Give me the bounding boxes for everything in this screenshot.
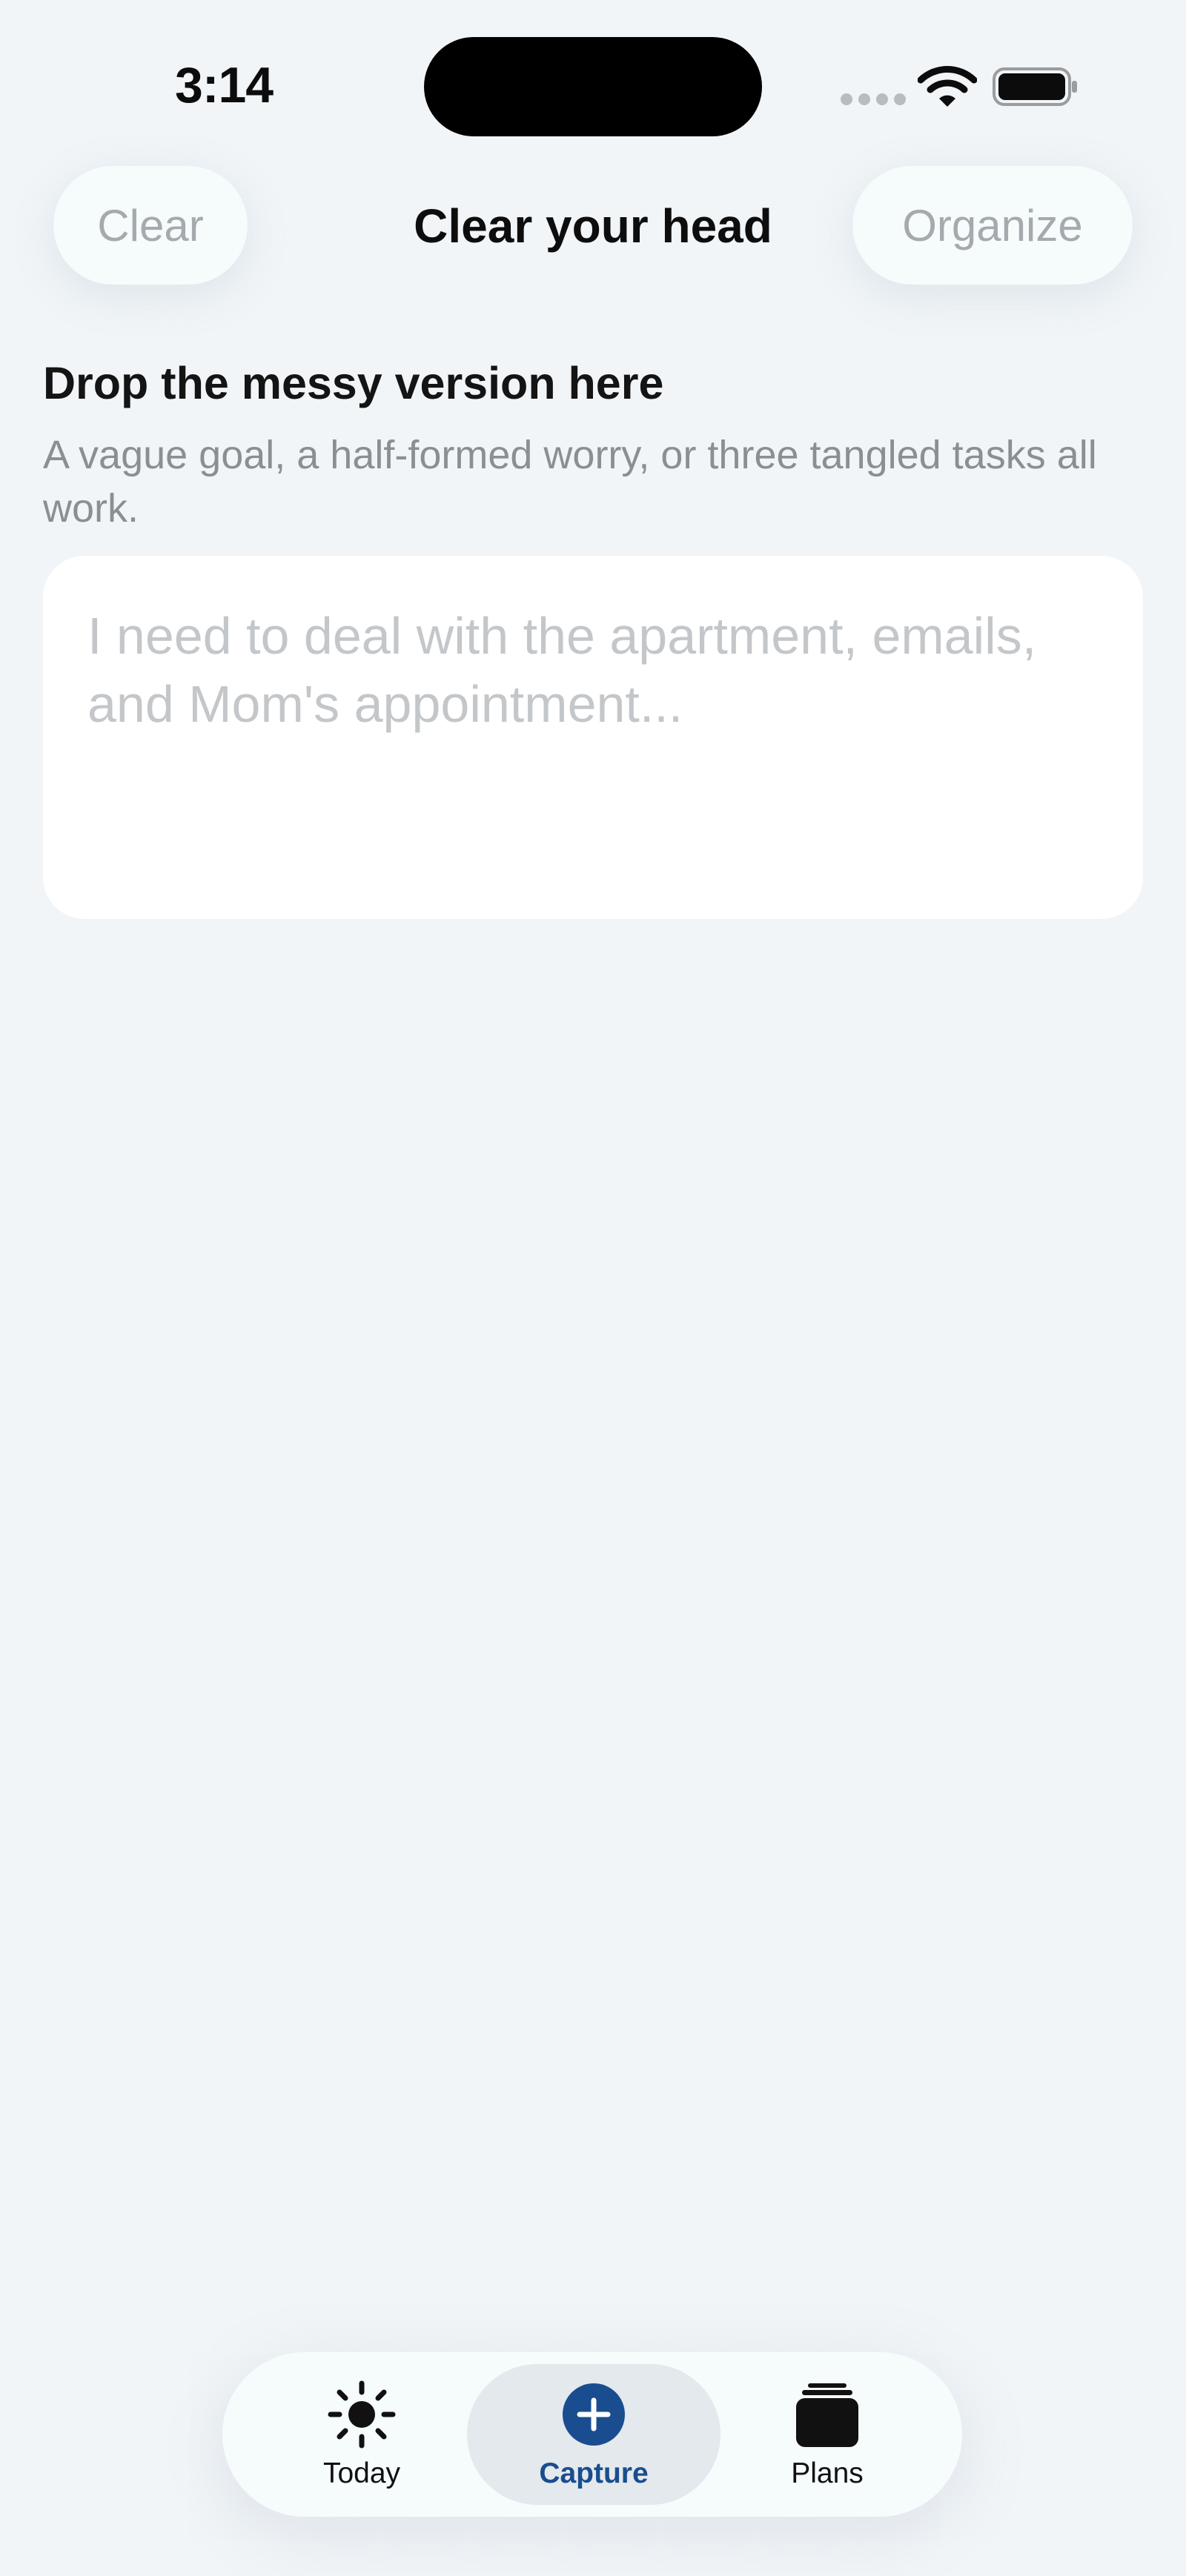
- stack-icon: [796, 2383, 858, 2447]
- tab-plans-label: Plans: [791, 2457, 864, 2489]
- tab-today-label: Today: [322, 2457, 401, 2489]
- tab-capture[interactable]: Capture: [467, 2364, 720, 2505]
- organize-button[interactable]: Organize: [852, 166, 1133, 285]
- status-bar: 3:14: [0, 0, 1186, 148]
- section-subtitle: A vague goal, a half-formed worry, or th…: [43, 433, 1097, 531]
- tab-capture-label: Capture: [539, 2457, 649, 2489]
- tab-bar: Today Capture Plans: [222, 2352, 962, 2517]
- tab-today[interactable]: Today: [258, 2364, 466, 2505]
- capture-card: [43, 556, 1143, 919]
- plus-circle-icon: [563, 2383, 625, 2446]
- signal-icon: [841, 93, 906, 105]
- sun-icon: [328, 2380, 396, 2449]
- page-title: Clear your head: [414, 199, 772, 253]
- battery-icon: [993, 67, 1077, 106]
- clear-button[interactable]: Clear: [53, 166, 248, 285]
- tab-plans[interactable]: Plans: [723, 2364, 931, 2505]
- status-time: 3:14: [175, 57, 274, 113]
- capture-text-input[interactable]: [87, 602, 1099, 873]
- wifi-icon: [918, 66, 977, 107]
- dynamic-island: [424, 37, 762, 136]
- section-heading: Drop the messy version here: [43, 358, 664, 408]
